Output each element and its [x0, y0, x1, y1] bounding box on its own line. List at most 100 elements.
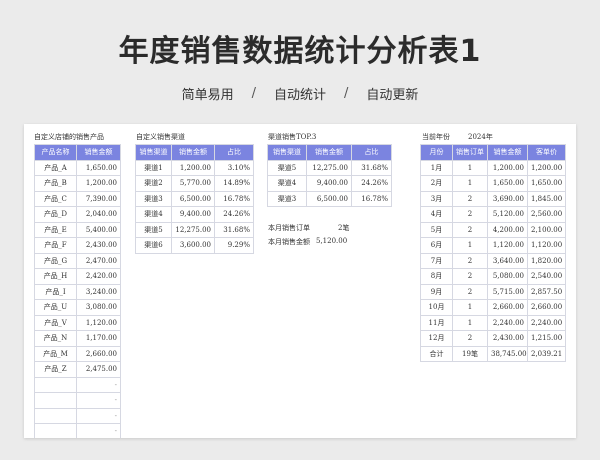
table-row: 产品_D 2,040.00: [34, 206, 121, 223]
table-cell: 2: [452, 252, 488, 269]
table-row: 10月 1 2,660.00 2,660.00: [420, 299, 566, 316]
table-cell: -: [76, 392, 121, 409]
column-header: 销售渠道: [267, 144, 307, 161]
table-cell: 1: [452, 237, 488, 254]
table-cell: 5,080.00: [487, 268, 528, 285]
table-cell: 渠道5: [267, 159, 307, 176]
table-row: 11月 1 2,240.00 2,240.00: [420, 314, 566, 331]
table-cell: 7月: [420, 252, 453, 269]
table-cell: 产品_N: [34, 330, 77, 347]
monthly-sales-table: 月份 销售订单 销售金额 客单价 1月 1 1,200.00 1,200.00 2月 1 1,650…: [420, 144, 566, 362]
current-year-value: 2024年: [468, 133, 493, 141]
table-cell: 2,420.00: [76, 268, 121, 285]
channel-table-label: 自定义销售渠道: [136, 133, 185, 141]
table-cell: 1,200.00: [76, 175, 121, 192]
monthly-orders-value: 2笔: [338, 224, 350, 232]
table-cell: 渠道3: [135, 190, 172, 207]
column-header: 销售金额: [171, 144, 215, 161]
table-row: 产品_V 1,120.00: [34, 314, 121, 331]
table-cell: 2,560.00: [527, 206, 566, 223]
table-row: 渠道3 6,500.00 16.78%: [135, 190, 254, 207]
feature-auto-update: 自动更新: [366, 88, 419, 103]
table-row: 2月 1 1,650.00 1,650.00: [420, 175, 566, 192]
table-cell: 产品_H: [34, 268, 77, 285]
table-cell: 产品_I: [34, 283, 77, 300]
column-header: 产品名称: [34, 144, 77, 161]
table-cell: [34, 376, 77, 393]
table-cell: 2,430.00: [487, 330, 528, 347]
table-cell: 5,715.00: [487, 283, 528, 300]
table-row: 12月 2 2,430.00 1,215.00: [420, 330, 566, 347]
table-cell: 2,540.00: [527, 268, 566, 285]
column-header: 占比: [214, 144, 254, 161]
table-row: -: [34, 423, 121, 438]
table-row: 产品_N 1,170.00: [34, 330, 121, 347]
table-cell: 渠道4: [267, 175, 307, 192]
table-cell: 24.26%: [351, 175, 392, 192]
table-row: 产品_B 1,200.00: [34, 175, 121, 192]
table-cell: 产品_M: [34, 345, 77, 362]
table-cell: 渠道6: [135, 237, 172, 254]
column-header: 销售金额: [76, 144, 121, 161]
table-cell: 1,120.00: [76, 314, 121, 331]
table-cell: 渠道3: [267, 190, 307, 207]
table-cell: 3,080.00: [76, 299, 121, 316]
table-row: 产品_I 3,240.00: [34, 283, 121, 300]
table-cell: 12月: [420, 330, 453, 347]
table-cell: 10月: [420, 299, 453, 316]
table-cell: 1,650.00: [76, 159, 121, 176]
header-row: 月份 销售订单 销售金额 客单价: [420, 144, 566, 161]
table-cell: 2月: [420, 175, 453, 192]
table-cell: 5,120.00: [487, 206, 528, 223]
table-cell: 1,845.00: [527, 190, 566, 207]
product-sales-table: 产品名称 销售金额 产品_A 1,650.00 产品_B 1,200.00 产品_C 7,39…: [34, 144, 121, 438]
separator: /: [344, 86, 349, 101]
feature-easy: 简单易用: [181, 88, 234, 103]
top3-channel-table: 销售渠道 销售金额 占比 渠道5 12,275.00 31.68% 渠道4 9,400.00 2…: [267, 144, 392, 207]
monthly-orders-label: 本月销售订单: [268, 224, 310, 232]
table-cell: 2,240.00: [527, 314, 566, 331]
table-row: 5月 2 4,200.00 2,100.00: [420, 221, 566, 238]
table-cell: 2,475.00: [76, 361, 121, 378]
table-cell: -: [76, 376, 121, 393]
table-cell: 产品_V: [34, 314, 77, 331]
table-cell: 产品_G: [34, 252, 77, 269]
table-cell: 2,040.00: [76, 206, 121, 223]
table-cell: 1,820.00: [527, 252, 566, 269]
table-cell: 渠道4: [135, 206, 172, 223]
monthly-amount-value: 5,120.00: [316, 237, 348, 245]
table-cell: 产品_Z: [34, 361, 77, 378]
table-row: 产品_U 3,080.00: [34, 299, 121, 316]
table-cell: 24.26%: [214, 206, 254, 223]
table-cell: 31.68%: [351, 159, 392, 176]
product-table-label: 自定义店铺的销售产品: [34, 133, 104, 141]
table-cell: 3月: [420, 190, 453, 207]
table-cell: 2: [452, 330, 488, 347]
table-cell: -: [76, 423, 121, 438]
table-cell: 14.89%: [214, 175, 254, 192]
table-row: 产品_F 2,430.00: [34, 237, 121, 254]
table-cell: 2: [452, 283, 488, 300]
table-cell: 1月: [420, 159, 453, 176]
table-cell: 2: [452, 221, 488, 238]
table-cell: 4月: [420, 206, 453, 223]
column-header: 销售金额: [487, 144, 528, 161]
spreadsheet-preview: 自定义店铺的销售产品 产品名称 销售金额 产品_A 1,650.00 产品_B 1,200…: [24, 124, 576, 438]
table-cell: 9月: [420, 283, 453, 300]
table-cell: 6,500.00: [306, 190, 352, 207]
table-cell: 渠道1: [135, 159, 172, 176]
table-cell: 渠道5: [135, 221, 172, 238]
table-cell: 6月: [420, 237, 453, 254]
table-row: 渠道2 5,770.00 14.89%: [135, 175, 254, 192]
table-cell: 3,640.00: [487, 252, 528, 269]
table-cell: 3,240.00: [76, 283, 121, 300]
table-cell: 9.29%: [214, 237, 254, 254]
table-row: 渠道4 9,400.00 24.26%: [135, 206, 254, 223]
table-cell: 1: [452, 299, 488, 316]
table-cell: 9,400.00: [171, 206, 215, 223]
table-row: 渠道3 6,500.00 16.78%: [267, 190, 392, 207]
header-row: 销售渠道 销售金额 占比: [267, 144, 392, 161]
table-cell: 2,240.00: [487, 314, 528, 331]
table-cell: 1: [452, 314, 488, 331]
table-cell: 2,857.50: [527, 283, 566, 300]
